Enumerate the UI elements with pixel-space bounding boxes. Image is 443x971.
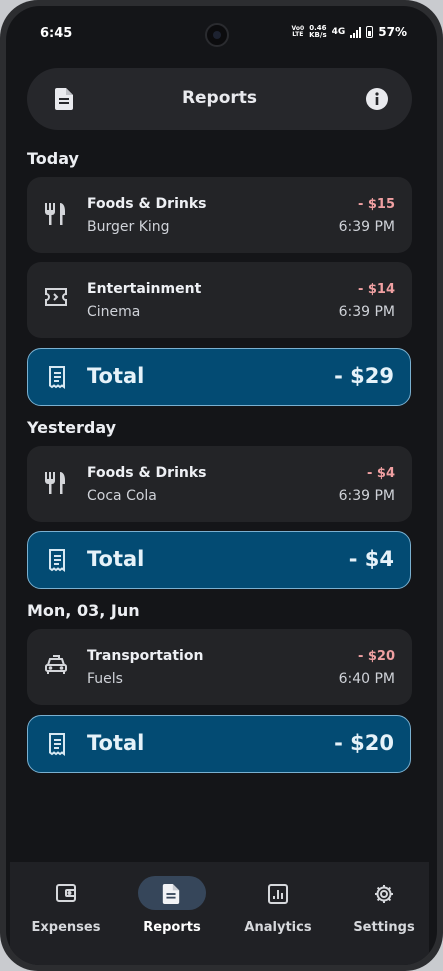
volte-indicator: Vo0 LTE bbox=[292, 26, 305, 38]
total-label: Total bbox=[87, 547, 145, 571]
total-label: Total bbox=[87, 364, 145, 388]
nav-label: Reports bbox=[143, 920, 201, 935]
net-speed: 0.46 KB/s bbox=[309, 25, 326, 39]
total-amount: - $20 bbox=[334, 731, 394, 755]
network-type: 4G bbox=[331, 27, 346, 37]
list-item[interactable]: Foods & Drinks Coca Cola - $4 6:39 PM bbox=[27, 446, 412, 522]
total-amount: - $29 bbox=[334, 364, 394, 388]
item-amount: - $4 bbox=[366, 466, 395, 481]
bottom-navigation: Expenses Reports Analytics Settings bbox=[10, 862, 429, 965]
status-time: 6:45 bbox=[40, 26, 73, 41]
item-category: Foods & Drinks bbox=[87, 465, 207, 481]
item-category: Foods & Drinks bbox=[87, 196, 207, 212]
section-date: Mon, 03, Jun bbox=[27, 601, 140, 620]
taxi-icon bbox=[45, 655, 67, 679]
total-label: Total bbox=[87, 731, 145, 755]
total-amount: - $4 bbox=[348, 547, 394, 571]
item-time: 6:39 PM bbox=[338, 304, 395, 320]
list-item[interactable]: Transportation Fuels - $20 6:40 PM bbox=[27, 629, 412, 705]
phone-frame: 6:45 Vo0 LTE 0.46 KB/s 4G 57% Reports To… bbox=[0, 0, 443, 971]
nav-label: Analytics bbox=[244, 920, 312, 935]
page-title: Reports bbox=[181, 88, 258, 108]
receipt-icon bbox=[46, 733, 68, 761]
camera-cutout bbox=[205, 23, 229, 47]
section-yesterday: Yesterday bbox=[27, 418, 117, 437]
ticket-icon bbox=[45, 288, 67, 310]
total-card: Total - $20 bbox=[27, 715, 411, 773]
fork-knife-icon bbox=[45, 203, 65, 229]
wallet-icon bbox=[56, 884, 76, 906]
battery-icon bbox=[366, 26, 374, 38]
nav-expenses[interactable]: Expenses bbox=[16, 876, 116, 936]
item-time: 6:39 PM bbox=[338, 219, 395, 235]
item-amount: - $14 bbox=[357, 282, 395, 297]
chart-icon bbox=[268, 884, 288, 908]
total-card: Total - $29 bbox=[27, 348, 411, 406]
net-speed-unit: KB/s bbox=[309, 31, 327, 39]
header-bar: Reports bbox=[27, 68, 412, 130]
info-icon[interactable] bbox=[366, 88, 388, 114]
item-name: Coca Cola bbox=[87, 488, 157, 504]
item-amount: - $15 bbox=[357, 197, 395, 212]
item-category: Entertainment bbox=[87, 281, 202, 297]
list-item[interactable]: Foods & Drinks Burger King - $15 6:39 PM bbox=[27, 177, 412, 253]
section-today: Today bbox=[27, 149, 79, 168]
item-category: Transportation bbox=[87, 648, 204, 664]
receipt-icon bbox=[46, 366, 68, 394]
item-time: 6:39 PM bbox=[338, 488, 395, 504]
fork-knife-icon bbox=[45, 472, 65, 498]
item-time: 6:40 PM bbox=[338, 671, 395, 687]
nav-label: Expenses bbox=[31, 920, 101, 935]
nav-reports[interactable]: Reports bbox=[122, 876, 222, 936]
receipt-icon bbox=[46, 549, 68, 577]
total-card: Total - $4 bbox=[27, 531, 411, 589]
status-bar: 6:45 Vo0 LTE 0.46 KB/s 4G 57% bbox=[6, 6, 437, 62]
nav-settings[interactable]: Settings bbox=[334, 876, 434, 936]
item-name: Fuels bbox=[87, 671, 123, 687]
nav-label: Settings bbox=[353, 920, 415, 935]
volte-bottom: LTE bbox=[292, 31, 304, 38]
signal-icon bbox=[350, 26, 362, 38]
item-name: Burger King bbox=[87, 219, 170, 235]
battery-level: 57% bbox=[378, 25, 407, 39]
status-indicators: Vo0 LTE 0.46 KB/s 4G 57% bbox=[292, 25, 408, 40]
gear-icon bbox=[374, 884, 394, 908]
app-screen: 6:45 Vo0 LTE 0.46 KB/s 4G 57% Reports To… bbox=[6, 6, 437, 965]
item-name: Cinema bbox=[87, 304, 141, 320]
item-amount: - $20 bbox=[357, 649, 395, 664]
document-icon bbox=[162, 884, 180, 908]
nav-analytics[interactable]: Analytics bbox=[228, 876, 328, 936]
list-item[interactable]: Entertainment Cinema - $14 6:39 PM bbox=[27, 262, 412, 338]
